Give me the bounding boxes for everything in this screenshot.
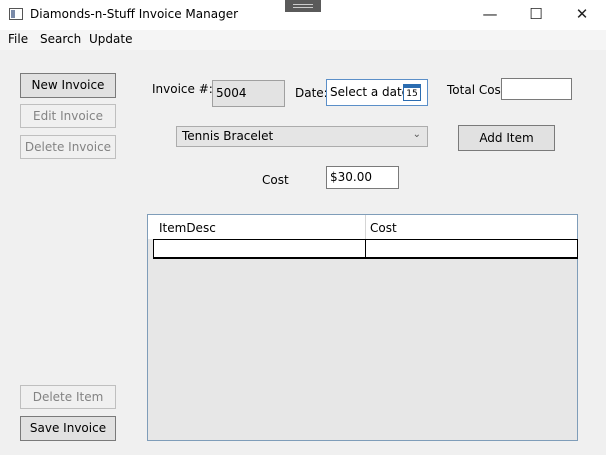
- maximize-button[interactable]: ☐: [513, 0, 559, 30]
- items-data-grid[interactable]: ItemDesc Cost: [147, 214, 578, 441]
- column-divider: [365, 215, 366, 239]
- column-header-cost[interactable]: Cost: [370, 221, 397, 235]
- table-row[interactable]: [153, 239, 578, 259]
- app-window-icon: [9, 8, 23, 20]
- total-cost-field[interactable]: [501, 78, 572, 100]
- item-dropdown[interactable]: Tennis Bracelet ⌄: [176, 126, 428, 147]
- delete-invoice-button[interactable]: Delete Invoice: [20, 135, 116, 159]
- date-picker[interactable]: Select a date 15: [326, 79, 428, 106]
- invoice-number-label: Invoice #:: [152, 82, 213, 96]
- close-button[interactable]: ✕: [559, 0, 605, 30]
- minimize-button[interactable]: —: [467, 0, 513, 30]
- edit-invoice-button[interactable]: Edit Invoice: [20, 104, 116, 128]
- date-label: Date:: [295, 86, 328, 100]
- item-dropdown-value: Tennis Bracelet: [182, 129, 274, 143]
- grid-header: ItemDesc Cost: [148, 215, 577, 239]
- add-item-button[interactable]: Add Item: [458, 125, 555, 151]
- calendar-icon[interactable]: 15: [403, 84, 421, 101]
- cost-field[interactable]: $30.00: [326, 166, 399, 189]
- menu-update[interactable]: Update: [89, 32, 132, 46]
- delete-item-button[interactable]: Delete Item: [20, 385, 116, 409]
- window-title: Diamonds-n-Stuff Invoice Manager: [30, 7, 239, 21]
- cost-label: Cost: [262, 173, 289, 187]
- save-invoice-button[interactable]: Save Invoice: [20, 416, 116, 441]
- invoice-number-field[interactable]: 5004: [212, 80, 285, 107]
- menu-file[interactable]: File: [8, 32, 28, 46]
- menu-search[interactable]: Search: [40, 32, 81, 46]
- drag-grip-handle[interactable]: [285, 0, 321, 12]
- chevron-down-icon: ⌄: [412, 129, 421, 140]
- date-picker-placeholder: Select a date: [330, 85, 410, 99]
- cell-divider: [365, 240, 366, 257]
- column-header-itemdesc[interactable]: ItemDesc: [159, 221, 216, 235]
- new-invoice-button[interactable]: New Invoice: [20, 73, 116, 98]
